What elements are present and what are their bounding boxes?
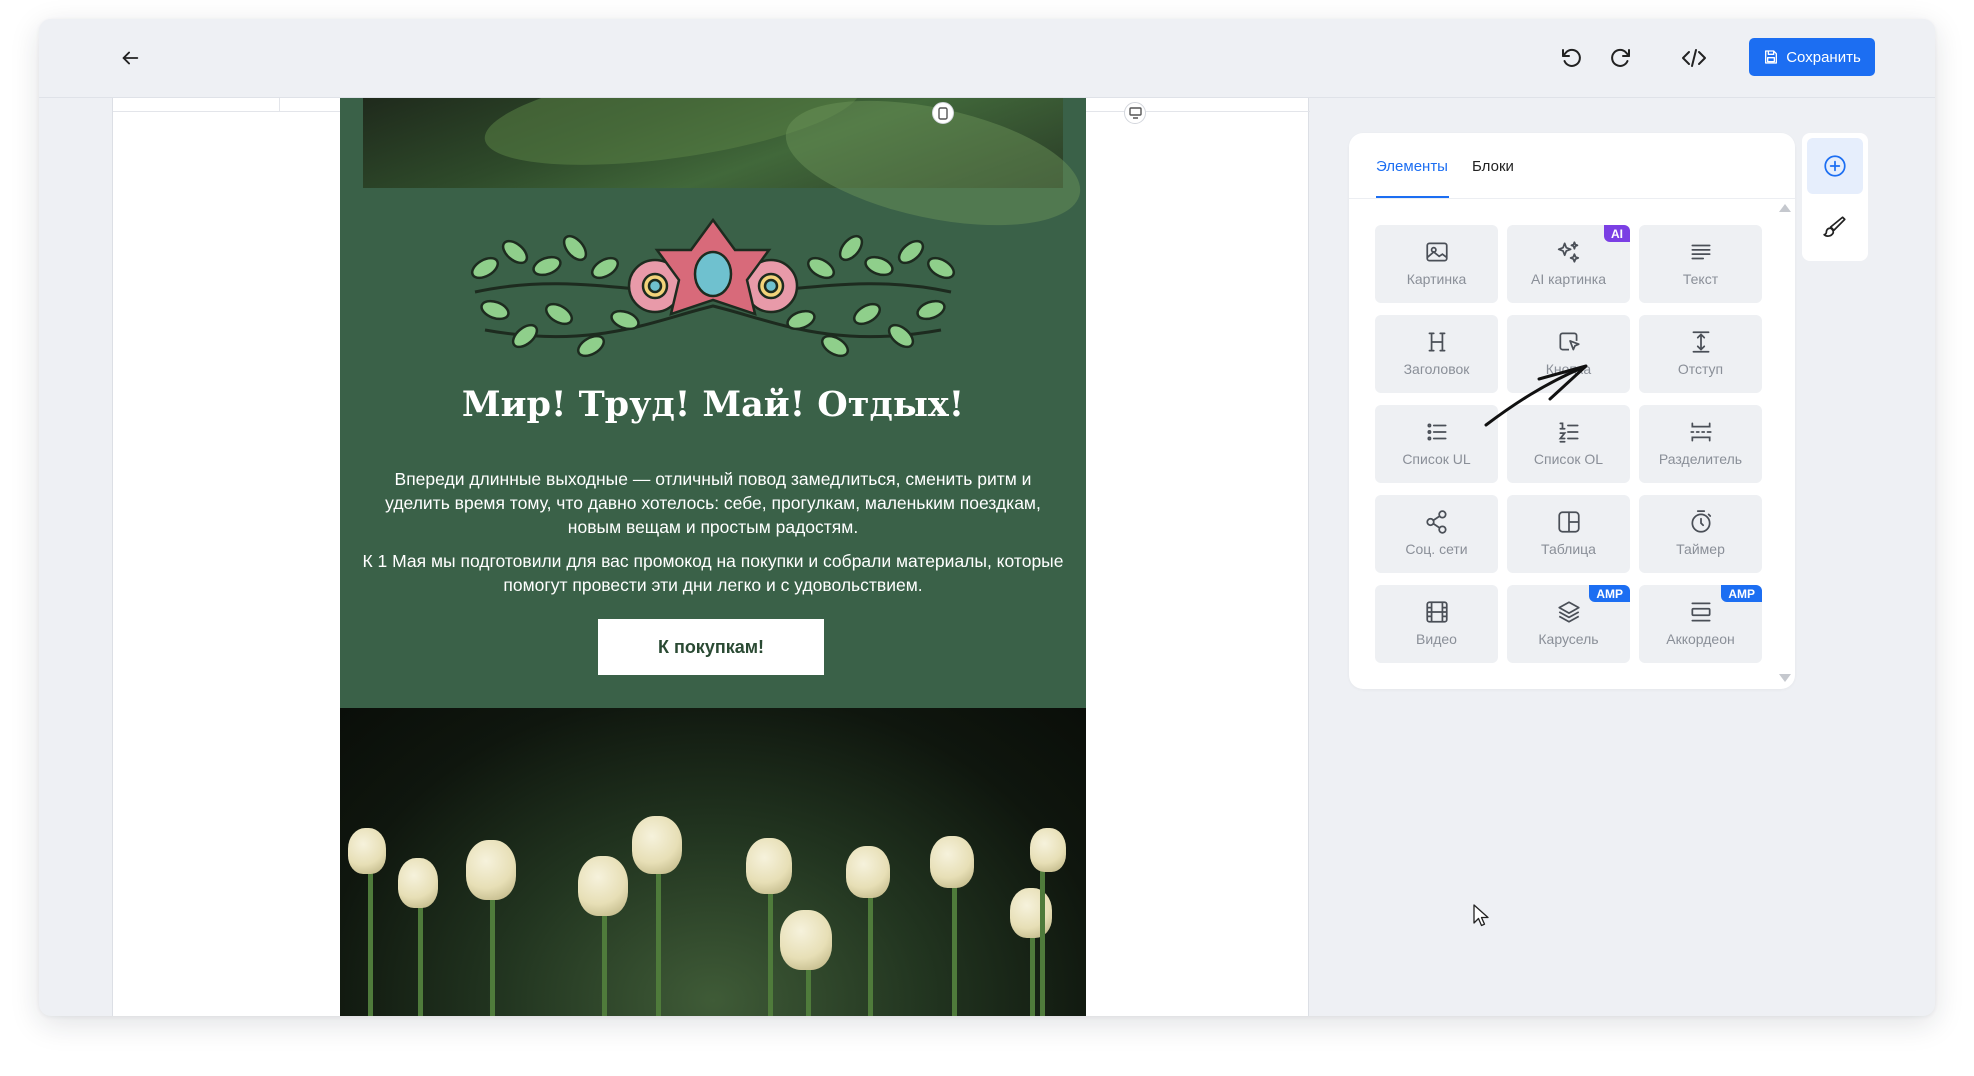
tile-label: Заголовок [1403,361,1470,377]
mini-sidebar [1802,133,1868,261]
redo-button[interactable] [1603,40,1639,76]
spacer-icon [1692,331,1709,353]
timer-icon [1690,510,1711,533]
mobile-icon [938,106,948,120]
undo-button[interactable] [1553,40,1589,76]
tulips-photo [340,708,1086,1016]
share-icon [1425,510,1447,534]
tile-label: Таблица [1541,541,1596,557]
element-tile-timer[interactable]: Таймер [1639,495,1762,573]
amp-badge: AMP [1589,585,1630,602]
arrow-left-icon [122,51,139,65]
shop-cta-button[interactable]: К покупкам! [598,619,824,675]
top-toolbar: Сохранить [39,19,1935,98]
code-view-button[interactable] [1676,40,1712,76]
styles-button[interactable] [1807,199,1863,255]
element-tile-ai-image[interactable]: AI AI картинка [1507,225,1630,303]
scroll-down-arrow[interactable] [1779,674,1791,682]
image-icon [1425,242,1448,262]
element-tile-list-ul[interactable]: Список UL [1375,405,1498,483]
text-icon [1690,244,1711,260]
element-tile-spacer[interactable]: Отступ [1639,315,1762,393]
elements-grid: Картинка AI AI картинка Текст Заголовок … [1375,225,1763,663]
tile-label: Картинка [1406,271,1467,287]
email-headline[interactable]: Мир! Труд! Май! Отдых! [340,384,1086,425]
accordion-icon [1690,602,1711,622]
tile-label: Видео [1416,631,1457,647]
tab-blocks[interactable]: Блоки [1472,158,1514,175]
list-ul-icon [1426,423,1447,441]
code-icon [1682,49,1706,67]
table-icon [1557,511,1580,533]
desktop-icon [1128,107,1142,119]
element-tile-text[interactable]: Текст [1639,225,1762,303]
element-tile-divider[interactable]: Разделитель [1639,405,1762,483]
email-paragraph[interactable]: Впереди длинные выходные — отличный пово… [362,467,1064,539]
redo-icon [1611,48,1630,67]
element-tile-image[interactable]: Картинка [1375,225,1498,303]
heading-icon [1428,332,1445,352]
video-icon [1425,601,1448,623]
tile-label: Разделитель [1658,451,1743,467]
button-cursor-icon [1558,332,1580,351]
floral-ornament-image [470,217,956,358]
tile-label: Аккордеон [1666,631,1735,647]
email-paragraph[interactable]: К 1 Мая мы подготовили для вас промокод … [362,549,1064,597]
tile-label: Таймер [1676,541,1725,557]
back-button[interactable] [112,40,148,76]
email-canvas[interactable]: Мир! Труд! Май! Отдых! Впереди длинные в… [112,98,1310,1016]
tile-label: Карусель [1538,631,1599,647]
tile-label: AI картинка [1531,271,1606,287]
hero-leaf-image [363,98,1086,248]
add-element-button[interactable] [1807,138,1863,194]
mobile-view-marker[interactable] [932,102,954,124]
amp-badge: AMP [1721,585,1762,602]
sparkles-icon [1557,241,1579,263]
annotation-arrow [1484,364,1588,427]
scroll-up-arrow[interactable] [1779,204,1791,212]
desktop-view-marker[interactable] [1124,102,1146,124]
tile-label: Список OL [1533,451,1604,467]
save-icon [1765,50,1778,64]
brush-icon [1823,216,1846,237]
tab-elements[interactable]: Элементы [1376,158,1448,175]
tile-label: Текст [1682,271,1719,287]
element-tile-accordion[interactable]: AMP Аккордеон [1639,585,1762,663]
element-tile-carousel[interactable]: AMP Карусель [1507,585,1630,663]
element-tile-heading[interactable]: Заголовок [1375,315,1498,393]
editor-window: Сохранить Мир! Труд! Май! Отдых! Впереди… [39,19,1935,1016]
plus-circle-icon [1824,155,1846,177]
divider-icon [1689,422,1712,442]
tile-label: Соц. сети [1405,541,1468,557]
panel-tabs: Элементы Блоки [1349,133,1795,199]
mouse-cursor-icon [1473,904,1489,927]
undo-icon [1562,48,1581,67]
tile-label: Отступ [1677,361,1724,377]
ruler-tick [279,98,280,112]
save-button-label: Сохранить [1786,48,1861,66]
ai-badge: AI [1604,225,1630,242]
element-tile-table[interactable]: Таблица [1507,495,1630,573]
save-button[interactable]: Сохранить [1749,38,1875,76]
active-tab-indicator [1376,196,1449,198]
tile-label: Список UL [1402,451,1471,467]
layers-icon [1557,601,1580,623]
element-tile-video[interactable]: Видео [1375,585,1498,663]
email-preview[interactable]: Мир! Труд! Май! Отдых! Впереди длинные в… [340,98,1086,1016]
element-tile-social[interactable]: Соц. сети [1375,495,1498,573]
